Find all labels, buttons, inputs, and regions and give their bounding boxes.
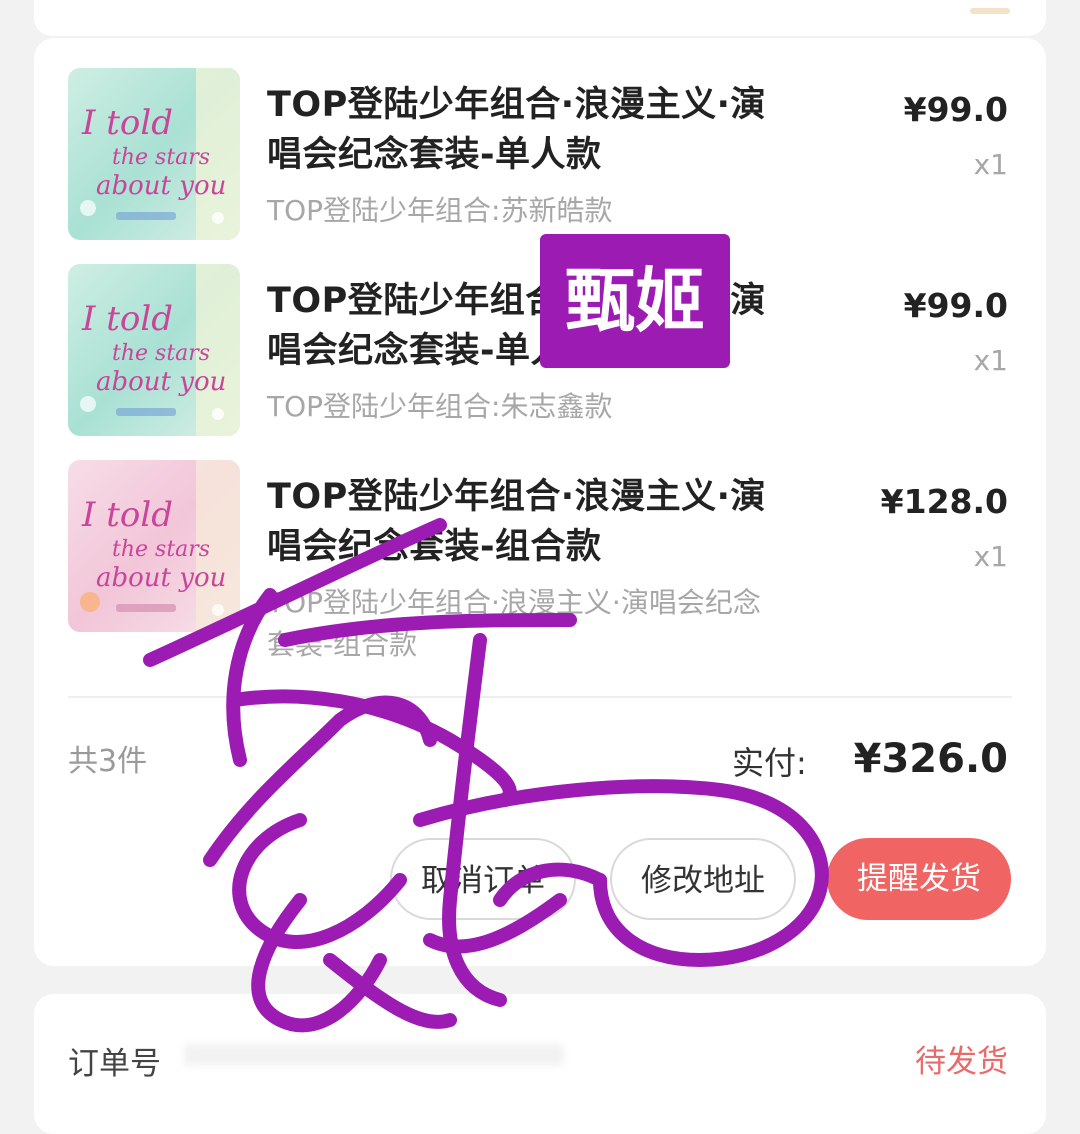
product-spec: TOP登陆少年组合·浪漫主义·演唱会纪念套装-组合款 [267, 586, 761, 661]
svg-text:about you: about you [96, 563, 226, 593]
divider [68, 696, 1012, 698]
order-number-label: 订单号 [68, 1046, 161, 1082]
product-price: ¥128.0 [880, 482, 1008, 521]
product-title[interactable]: TOP登陆少年组合·浪漫主义·演唱会纪念套装-组合款 [267, 472, 787, 572]
item-count: 共3件 [68, 744, 148, 779]
order-status: 待发货 [915, 1044, 1008, 1080]
previous-card-edge [34, 0, 1046, 36]
watermark-label: 甄姬 [540, 234, 730, 368]
remind-shipping-button[interactable]: 提醒发货 [827, 838, 1011, 920]
paid-label: 实付: [732, 744, 807, 782]
product-quantity: x1 [973, 540, 1008, 573]
svg-text:about you: about you [96, 367, 226, 397]
product-cover-image[interactable]: I told the stars about you [68, 68, 240, 240]
order-info-card: 订单号 待发货 [34, 994, 1046, 1134]
product-quantity: x1 [973, 344, 1008, 377]
svg-text:the stars: the stars [112, 145, 210, 170]
svg-text:about you: about you [96, 171, 226, 201]
svg-text:I told: I told [81, 495, 173, 535]
paid-amount: ¥326.0 [853, 736, 1008, 782]
product-item[interactable]: I told the stars about you TOP登陆少年组合·浪漫主… [34, 430, 1046, 661]
order-card: I told the stars about you TOP登陆少年组合·浪漫主… [34, 38, 1046, 966]
svg-text:the stars: the stars [112, 537, 210, 562]
svg-text:I told: I told [81, 103, 173, 143]
product-item[interactable]: I told the stars about you TOP登陆少年组合·浪漫主… [34, 38, 1046, 240]
product-quantity: x1 [973, 148, 1008, 181]
product-price: ¥99.0 [903, 286, 1008, 325]
order-number-redacted [184, 1044, 564, 1066]
svg-text:the stars: the stars [112, 341, 210, 366]
product-cover-image[interactable]: I told the stars about you [68, 264, 240, 436]
product-spec: TOP登陆少年组合:朱志鑫款 [267, 390, 613, 423]
product-spec: TOP登陆少年组合:苏新皓款 [267, 194, 613, 227]
previous-card-hint [970, 8, 1010, 14]
product-title[interactable]: TOP登陆少年组合·浪漫主义·演唱会纪念套装-单人款 [267, 80, 787, 180]
svg-text:I told: I told [81, 299, 173, 339]
modify-address-button[interactable]: 修改地址 [610, 838, 796, 920]
product-cover-image[interactable]: I told the stars about you [68, 460, 240, 632]
cancel-order-button[interactable]: 取消订单 [390, 838, 576, 920]
product-price: ¥99.0 [903, 90, 1008, 129]
